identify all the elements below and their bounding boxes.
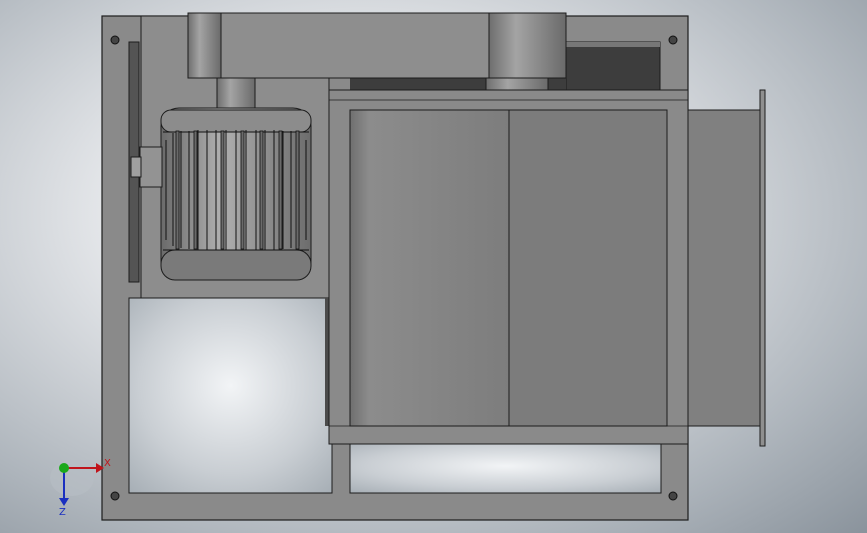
y-axis-origin (59, 463, 69, 473)
fan-housing (328, 89, 689, 445)
motor-shaft (216, 77, 256, 112)
mounting-hole-icon (110, 491, 120, 501)
z-axis-label: Z (59, 507, 66, 518)
z-axis-arrowhead (59, 498, 69, 506)
x-axis-label: X (104, 458, 111, 469)
cad-viewport[interactable]: X Z (0, 0, 867, 533)
lower-right-opening (349, 443, 662, 494)
electric-motor (160, 107, 312, 281)
mounting-hole-icon (668, 491, 678, 501)
mounting-hole-icon (668, 35, 678, 45)
belt-guard (187, 12, 567, 79)
lower-left-opening (128, 297, 333, 494)
blower-shaft (485, 77, 549, 91)
machine-drawing: X Z (50, 12, 766, 521)
outlet-duct (687, 89, 766, 447)
mounting-hole-icon (110, 35, 120, 45)
